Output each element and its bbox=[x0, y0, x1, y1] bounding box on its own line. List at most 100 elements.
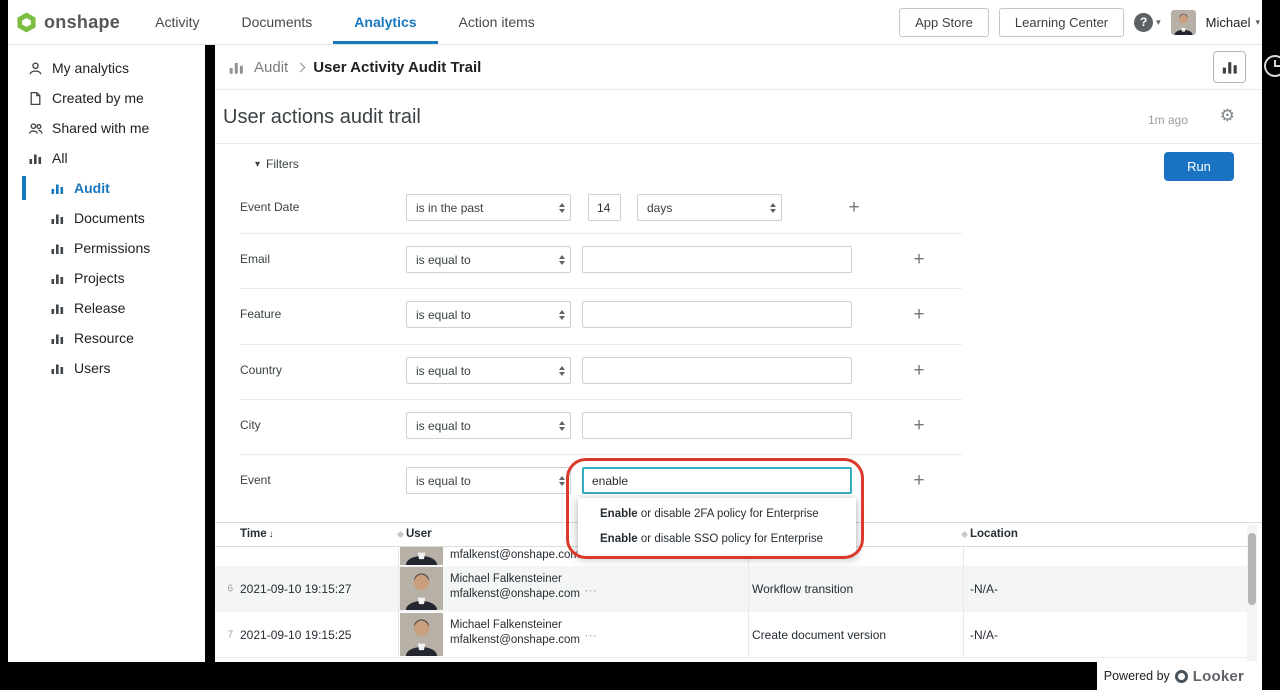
row-number: 7 bbox=[219, 629, 233, 640]
looker-logo-icon bbox=[1175, 670, 1188, 683]
sidebar-item-release[interactable]: Release bbox=[8, 293, 205, 323]
learning-center-button[interactable]: Learning Center bbox=[999, 8, 1124, 37]
feature-value-input[interactable] bbox=[582, 301, 852, 328]
filters-toggle[interactable]: ▾ Filters bbox=[255, 157, 299, 171]
screen: onshape Activity Documents Analytics Act… bbox=[0, 0, 1280, 690]
add-filter-icon[interactable]: + bbox=[911, 249, 927, 271]
autocomplete-option[interactable]: Enable or disable SSO policy for Enterpr… bbox=[578, 527, 856, 552]
chart-icon bbox=[50, 361, 65, 376]
user-avatar[interactable] bbox=[1171, 10, 1196, 35]
dashboard-content: Audit User Activity Audit Trail User act… bbox=[215, 45, 1262, 662]
city-value-input[interactable] bbox=[582, 412, 852, 439]
city-operator-select[interactable]: is equal to bbox=[406, 412, 571, 439]
event-name: Create document version bbox=[752, 628, 886, 642]
app-store-button[interactable]: App Store bbox=[899, 8, 989, 37]
table-scrollbar[interactable] bbox=[1247, 525, 1257, 661]
onshape-logo[interactable]: onshape bbox=[8, 12, 120, 33]
nav-analytics[interactable]: Analytics bbox=[333, 0, 437, 44]
topbar-right: App Store Learning Center ? ▾ Michael ▾ bbox=[899, 8, 1262, 37]
dashboard-title-row: User actions audit trail 1m ago ⚙ bbox=[215, 90, 1262, 144]
column-handle-icon[interactable] bbox=[961, 531, 968, 538]
event-date-operator-select[interactable]: is in the past bbox=[406, 194, 571, 221]
main-nav: Activity Documents Analytics Action item… bbox=[134, 0, 556, 44]
filter-row-city: City is equal to + bbox=[215, 412, 1262, 439]
sidebar-item-documents[interactable]: Documents bbox=[8, 203, 205, 233]
sidebar-item-audit[interactable]: Audit bbox=[8, 173, 205, 203]
column-handle-icon[interactable] bbox=[397, 531, 404, 538]
sidebar-item-my-analytics[interactable]: My analytics bbox=[8, 53, 205, 83]
chart-icon bbox=[28, 151, 43, 166]
add-filter-icon[interactable]: + bbox=[911, 304, 927, 326]
event-autocomplete-dropdown: Enable or disable 2FA policy for Enterpr… bbox=[578, 498, 856, 556]
more-icon[interactable]: … bbox=[584, 579, 598, 594]
select-arrows-icon bbox=[559, 476, 565, 486]
column-header-user[interactable]: User bbox=[406, 528, 432, 540]
powered-by-looker[interactable]: Powered by Looker bbox=[1097, 662, 1262, 690]
user-email: mfalkenst@onshape.com bbox=[450, 634, 580, 646]
add-filter-icon[interactable]: + bbox=[911, 415, 927, 437]
event-date-unit-select[interactable]: days bbox=[637, 194, 782, 221]
last-updated-label: 1m ago bbox=[1148, 113, 1188, 127]
filter-row-feature: Feature is equal to + bbox=[215, 301, 1262, 328]
filters-panel: ▾ Filters Run Event Date is in the past … bbox=[215, 144, 1262, 522]
run-button[interactable]: Run bbox=[1164, 152, 1234, 181]
chevron-down-icon: ▾ bbox=[1255, 17, 1260, 28]
event-date-value-input[interactable] bbox=[588, 194, 621, 221]
email-value-input[interactable] bbox=[582, 246, 852, 273]
more-icon[interactable]: … bbox=[584, 625, 598, 640]
autocomplete-option[interactable]: Enable or disable 2FA policy for Enterpr… bbox=[578, 502, 856, 527]
clock-icon[interactable] bbox=[1264, 55, 1280, 77]
column-header-location[interactable]: Location bbox=[970, 528, 1018, 540]
add-filter-icon[interactable]: + bbox=[911, 360, 927, 382]
feature-operator-select[interactable]: is equal to bbox=[406, 301, 571, 328]
divider bbox=[240, 344, 962, 345]
sort-desc-icon: ↓ bbox=[269, 529, 274, 540]
country-value-input[interactable] bbox=[582, 357, 852, 384]
chart-icon bbox=[1221, 58, 1239, 76]
dashboard-title: User actions audit trail bbox=[223, 106, 421, 129]
user-name: Michael bbox=[1206, 15, 1251, 30]
filter-row-event: Event is equal to + bbox=[215, 467, 1262, 494]
onshape-logo-icon bbox=[16, 12, 37, 33]
row-number: 6 bbox=[219, 584, 233, 595]
select-arrows-icon bbox=[770, 203, 776, 213]
sidebar-item-created-by-me[interactable]: Created by me bbox=[8, 83, 205, 113]
help-menu[interactable]: ? ▾ bbox=[1134, 13, 1161, 32]
breadcrumb-page-title: User Activity Audit Trail bbox=[313, 59, 481, 76]
add-filter-icon[interactable]: + bbox=[911, 470, 927, 492]
user-avatar bbox=[400, 613, 443, 656]
chart-icon bbox=[50, 241, 65, 256]
filter-row-event-date: Event Date is in the past days + bbox=[215, 194, 1262, 221]
divider bbox=[240, 454, 962, 455]
country-operator-select[interactable]: is equal to bbox=[406, 357, 571, 384]
sidebar-item-all[interactable]: All bbox=[8, 143, 205, 173]
column-divider bbox=[748, 547, 749, 658]
nav-documents[interactable]: Documents bbox=[220, 0, 333, 44]
event-name: Workflow transition bbox=[752, 582, 853, 596]
scrollbar-thumb[interactable] bbox=[1248, 533, 1256, 605]
filter-label: Email bbox=[240, 246, 270, 273]
filter-row-email: Email is equal to + bbox=[215, 246, 1262, 273]
user-email: mfalkenst@onshape.com bbox=[450, 588, 580, 600]
dashboards-button[interactable] bbox=[1213, 51, 1246, 83]
event-time: 2021-09-10 19:15:27 bbox=[240, 582, 351, 596]
select-arrows-icon bbox=[559, 421, 565, 431]
caret-down-icon: ▾ bbox=[255, 159, 260, 170]
nav-action-items[interactable]: Action items bbox=[438, 0, 556, 44]
add-filter-icon[interactable]: + bbox=[846, 197, 862, 219]
column-header-time[interactable]: Time↓ bbox=[240, 528, 274, 540]
sidebar-item-users[interactable]: Users bbox=[8, 353, 205, 383]
sidebar-item-projects[interactable]: Projects bbox=[8, 263, 205, 293]
sidebar-item-permissions[interactable]: Permissions bbox=[8, 233, 205, 263]
sidebar-item-shared-with-me[interactable]: Shared with me bbox=[8, 113, 205, 143]
breadcrumb-section[interactable]: Audit bbox=[254, 59, 288, 76]
select-arrows-icon bbox=[559, 310, 565, 320]
nav-activity[interactable]: Activity bbox=[134, 0, 220, 44]
sidebar-item-resource[interactable]: Resource bbox=[8, 323, 205, 353]
user-name: Michael Falkensteiner bbox=[450, 619, 562, 631]
email-operator-select[interactable]: is equal to bbox=[406, 246, 571, 273]
gear-icon[interactable]: ⚙ bbox=[1220, 106, 1235, 126]
event-operator-select[interactable]: is equal to bbox=[406, 467, 571, 494]
user-menu[interactable]: Michael ▾ bbox=[1206, 15, 1260, 30]
event-value-input[interactable] bbox=[582, 467, 852, 494]
